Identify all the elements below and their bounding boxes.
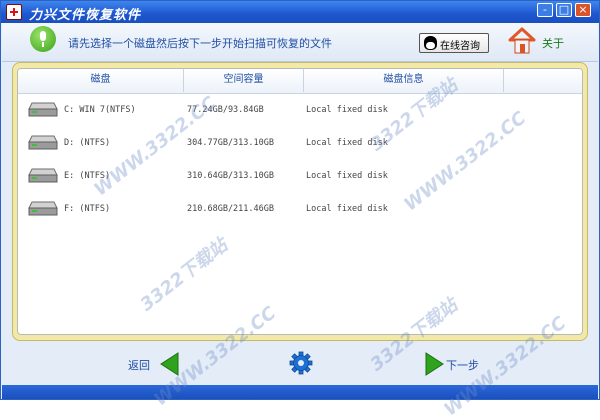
disk-capacity: 210.68GB/211.46GB [187,204,274,214]
disk-row-e[interactable]: E: (NTFS) 310.64GB/313.10GB Local fixed … [18,163,582,189]
settings-gear-icon[interactable] [289,351,313,375]
app-window: 力兴文件恢复软件 - □ × 请先选择一个磁盘然后按下一步开始扫描可恢复的文件 … [0,0,600,420]
microphone-icon [30,26,56,52]
disk-info: Local fixed disk [306,105,388,115]
disk-list: 磁盘 空间容量 磁盘信息 C: WIN 7(NTFS) 77.24GB/93.8… [17,68,583,335]
back-label[interactable]: 返回 [128,357,150,373]
disk-panel: 磁盘 空间容量 磁盘信息 C: WIN 7(NTFS) 77.24GB/93.8… [12,62,588,341]
about-link[interactable]: 关于 [542,35,564,51]
disk-capacity: 77.24GB/93.84GB [187,105,264,115]
hard-drive-icon [28,135,58,150]
disk-row-f[interactable]: F: (NTFS) 210.68GB/211.46GB Local fixed … [18,196,582,222]
title-bar[interactable]: 力兴文件恢复软件 - □ × [1,1,599,23]
maximize-button[interactable]: □ [556,3,572,17]
column-header-disk[interactable]: 磁盘 [18,69,184,92]
column-header-capacity[interactable]: 空间容量 [184,69,304,92]
next-arrow-icon[interactable] [422,351,446,377]
window-title: 力兴文件恢复软件 [29,8,142,23]
disk-info: Local fixed disk [306,171,388,181]
disk-name: F: (NTFS) [64,204,111,214]
back-arrow-icon[interactable] [158,351,182,377]
list-header: 磁盘 空间容量 磁盘信息 [18,69,582,94]
disk-row-c[interactable]: C: WIN 7(NTFS) 77.24GB/93.84GB Local fix… [18,97,582,123]
hard-drive-icon [28,102,58,117]
disk-capacity: 310.64GB/313.10GB [187,171,274,181]
online-consult-button[interactable]: 在线咨询 [419,33,489,53]
disk-capacity: 304.77GB/313.10GB [187,138,274,148]
app-icon [6,4,22,20]
disk-name: C: WIN 7(NTFS) [64,105,136,115]
hard-drive-icon [28,168,58,183]
online-consult-label: 在线咨询 [440,41,480,52]
instruction-text: 请先选择一个磁盘然后按下一步开始扫描可恢复的文件 [68,37,332,50]
home-icon[interactable] [508,26,536,56]
next-label[interactable]: 下一步 [446,357,479,373]
disk-info: Local fixed disk [306,204,388,214]
toolbar: 请先选择一个磁盘然后按下一步开始扫描可恢复的文件 在线咨询 关于 [2,23,598,62]
hard-drive-icon [28,201,58,216]
status-bar [2,385,598,399]
column-header-info[interactable]: 磁盘信息 [304,69,504,92]
disk-row-d[interactable]: D: (NTFS) 304.77GB/313.10GB Local fixed … [18,130,582,156]
disk-name: E: (NTFS) [64,171,111,181]
disk-name: D: (NTFS) [64,138,111,148]
bottom-bar: 返回 下一步 [2,343,598,385]
close-button[interactable]: × [575,3,591,17]
disk-info: Local fixed disk [306,138,388,148]
qq-penguin-icon [424,36,437,50]
minimize-button[interactable]: - [537,3,553,17]
